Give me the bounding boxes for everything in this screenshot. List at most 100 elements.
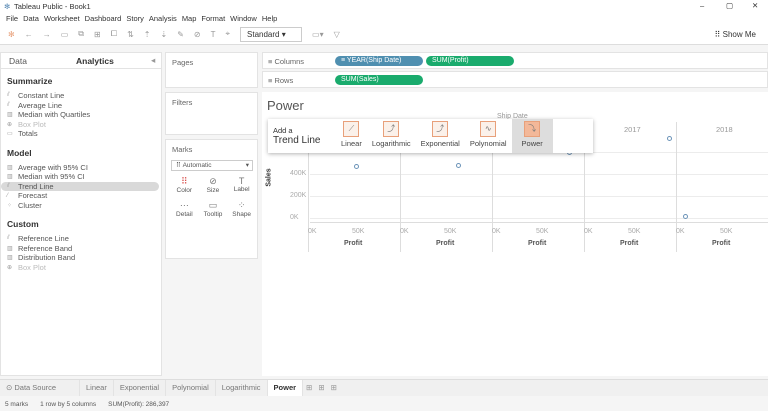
pages-card[interactable]: Pages [165, 52, 258, 88]
scatter-mark[interactable] [353, 164, 359, 170]
scatter-mark[interactable] [667, 136, 673, 142]
shape-button[interactable]: ⁘ Shape [227, 200, 256, 218]
analytics-item-reference-line[interactable]: ⫽ Reference Line [1, 234, 161, 244]
tab-polynomial[interactable]: Polynomial [166, 380, 216, 396]
analytics-item-box-plot[interactable]: ⊕ Box Plot [1, 120, 161, 130]
show-me-button[interactable]: ⠿ Show Me [715, 30, 756, 39]
y-axis-label: Sales [265, 168, 273, 187]
presentation-icon[interactable]: ▭▾ [312, 30, 324, 39]
label-button[interactable]: T Label [227, 176, 256, 194]
menu-map[interactable]: Map [182, 14, 197, 23]
new-story-icon[interactable]: ⊞ [328, 380, 340, 396]
item-label: Distribution Band [18, 253, 76, 263]
menu-help[interactable]: Help [262, 14, 277, 23]
analytics-item-median-with-quartiles[interactable]: ▥ Median with Quartiles [1, 110, 161, 120]
collapse-icon[interactable]: ◂ [151, 55, 155, 66]
item-icon: ⫽ [7, 101, 10, 108]
x-tick: 50K [720, 228, 733, 235]
menu-file[interactable]: File [6, 14, 18, 23]
new-datasource-icon[interactable]: ⧉ [78, 29, 84, 39]
minimize-button[interactable]: – [700, 1, 704, 10]
analytics-item-constant-line[interactable]: ⫽ Constant Line [1, 91, 161, 101]
title-bar: ✻ Tableau Public - Book1 – ▢ ✕ [0, 0, 768, 12]
item-icon: ▭ [7, 131, 13, 138]
analytics-item-totals[interactable]: ▭ Totals [1, 129, 161, 139]
tooltip-button[interactable]: ▭ Tooltip [199, 200, 228, 218]
tab-exponential[interactable]: Exponential [114, 380, 167, 396]
status-marks: 5 marks [5, 400, 29, 408]
data-source-label: Data Source [14, 383, 57, 392]
x-tick: 0K [676, 228, 685, 235]
analytics-item-cluster[interactable]: ⁘ Cluster [1, 201, 161, 211]
year-ship-date-pill[interactable]: ≡ YEAR(Ship Date) [335, 56, 423, 66]
menu-format[interactable]: Format [201, 14, 225, 23]
sum-profit-pill[interactable]: SUM(Profit) [426, 56, 514, 66]
tab-logarithmic[interactable]: Logarithmic [216, 380, 268, 396]
group-icon[interactable]: ⊘ [194, 30, 201, 39]
x-axis-label: Profit [436, 240, 455, 247]
trend-option-power[interactable]: ⤵ Power [511, 119, 553, 153]
menu-window[interactable]: Window [230, 14, 257, 23]
sum-sales-pill[interactable]: SUM(Sales) [335, 75, 423, 85]
trend-option-label: Logarithmic [371, 139, 411, 148]
data-source-tab[interactable]: ⊙ Data Source [0, 380, 80, 396]
share-icon[interactable]: ▽ [334, 30, 340, 39]
sort-asc-icon[interactable]: ⇡ [144, 30, 151, 39]
new-dashboard-icon[interactable]: ⊞ [315, 380, 327, 396]
y-tick: 200K [290, 192, 307, 199]
analytics-item-average-line[interactable]: ⫽ Average Line [1, 101, 161, 111]
size-button[interactable]: ⊘ Size [199, 176, 228, 194]
mark-type-dropdown[interactable]: ⠿ Automatic ▾ [171, 160, 253, 171]
maximize-button[interactable]: ▢ [726, 1, 733, 10]
close-button[interactable]: ✕ [752, 1, 758, 10]
color-button[interactable]: ⠿ Color [170, 176, 199, 194]
scatter-mark[interactable] [456, 163, 462, 169]
forward-icon[interactable]: → [43, 30, 51, 39]
status-sum: SUM(Profit): 286,397 [108, 400, 170, 408]
new-worksheet-icon[interactable]: ⊞ [303, 380, 315, 396]
menu-analysis[interactable]: Analysis [149, 14, 177, 23]
trend-option-linear[interactable]: ⟋ Linear [336, 119, 367, 153]
tab-data[interactable]: Data [1, 56, 61, 66]
fit-dropdown[interactable]: Standard ▾ [240, 26, 303, 42]
back-icon[interactable]: ← [25, 30, 33, 39]
sort-desc-icon[interactable]: ⇣ [161, 30, 168, 39]
sheet-tabs: ⊙ Data Source Linear Exponential Polynomial… [0, 379, 768, 396]
analytics-item-box-plot[interactable]: ⊕ Box Plot [1, 263, 161, 273]
label-icon[interactable]: T [211, 30, 216, 39]
tableau-home-icon[interactable]: ✻ [8, 30, 15, 39]
filters-card[interactable]: Filters [165, 92, 258, 135]
marks-card: Marks ⠿ Automatic ▾ ⠿ Color ⊘ Size T Label ⋯ Det… [165, 139, 258, 259]
save-icon[interactable]: ▭ [61, 30, 69, 39]
pin-icon[interactable]: ⌖ [226, 29, 231, 39]
detail-button[interactable]: ⋯ Detail [170, 200, 199, 218]
swap-icon[interactable]: ⇅ [127, 30, 134, 39]
analytics-item-median-with-95-ci[interactable]: ▥ Median with 95% CI [1, 172, 161, 182]
new-sheet-icon[interactable]: ⊞ [94, 30, 101, 39]
trend-option-logarithmic[interactable]: ⤴ Logarithmic [367, 119, 416, 153]
analytics-item-reference-band[interactable]: ▥ Reference Band [1, 244, 161, 254]
tab-linear[interactable]: Linear [80, 380, 114, 396]
columns-shelf[interactable]: ≡ Columns ≡ YEAR(Ship Date) SUM(Profit) [262, 52, 768, 69]
menu-story[interactable]: Story [126, 14, 144, 23]
status-bar: 5 marks 1 row by 5 columns SUM(Profit): … [0, 397, 768, 411]
item-label: Totals [18, 129, 38, 139]
x-axis-label: Profit [620, 240, 639, 247]
tab-power[interactable]: Power [267, 380, 304, 396]
analytics-item-trend-line[interactable]: ⫽ Trend Line [1, 181, 159, 191]
window-title: Tableau Public - Book1 [14, 2, 91, 11]
analytics-item-distribution-band[interactable]: ▥ Distribution Band [1, 253, 161, 263]
menu-dashboard[interactable]: Dashboard [85, 14, 122, 23]
tab-analytics[interactable]: Analytics [61, 56, 151, 66]
trend-option-label: Polynomial [469, 139, 507, 148]
menu-worksheet[interactable]: Worksheet [44, 14, 80, 23]
analytics-item-forecast[interactable]: ⁄ Forecast [1, 191, 161, 201]
analytics-item-average-with-95-ci[interactable]: ▥ Average with 95% CI [1, 163, 161, 173]
trend-option-label: Power [521, 139, 543, 148]
highlight-icon[interactable]: ✎ [177, 30, 184, 39]
trend-option-exponential[interactable]: ⤴ Exponential [416, 119, 465, 153]
trend-option-polynomial[interactable]: ∿ Polynomial [465, 119, 512, 153]
menu-data[interactable]: Data [23, 14, 39, 23]
rows-shelf[interactable]: ≡ Rows SUM(Sales) [262, 71, 768, 88]
duplicate-icon[interactable]: ⧠ [111, 29, 117, 39]
